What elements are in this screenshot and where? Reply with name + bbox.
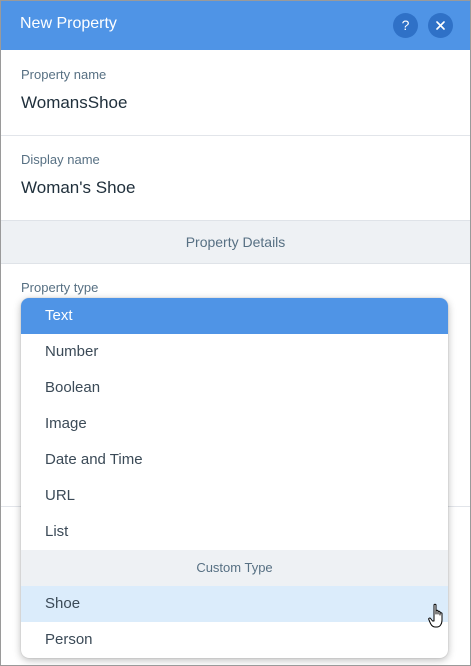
help-button[interactable]: ?	[393, 13, 418, 38]
option-number[interactable]: Number	[21, 334, 448, 370]
property-type-label: Property type	[21, 280, 99, 295]
property-type-dropdown[interactable]: Text Number Boolean Image Date and Time …	[21, 298, 448, 658]
dialog-title: New Property	[20, 15, 117, 32]
option-text[interactable]: Text	[21, 298, 448, 334]
option-date-and-time[interactable]: Date and Time	[21, 442, 448, 478]
help-icon: ?	[401, 17, 410, 33]
display-name-input[interactable]: Woman's Shoe	[21, 178, 135, 198]
property-name-input[interactable]: WomansShoe	[21, 93, 127, 113]
dialog-header: New Property ?	[1, 1, 470, 50]
hand-pointer-icon	[428, 603, 443, 628]
property-name-field[interactable]: Property name WomansShoe	[1, 50, 470, 136]
option-url[interactable]: URL	[21, 478, 448, 514]
custom-type-group-header: Custom Type	[21, 550, 448, 586]
option-person[interactable]: Person	[21, 622, 448, 658]
property-name-label: Property name	[21, 67, 107, 82]
option-list[interactable]: List	[21, 514, 448, 550]
close-icon	[436, 21, 445, 30]
display-name-label: Display name	[21, 152, 100, 167]
option-shoe[interactable]: Shoe	[21, 586, 448, 622]
new-property-dialog: New Property ? Property name WomansShoe …	[0, 0, 471, 666]
display-name-field[interactable]: Display name Woman's Shoe	[1, 136, 470, 221]
option-image[interactable]: Image	[21, 406, 448, 442]
property-details-section: Property Details	[1, 220, 470, 264]
option-boolean[interactable]: Boolean	[21, 370, 448, 406]
close-button[interactable]	[428, 13, 453, 38]
